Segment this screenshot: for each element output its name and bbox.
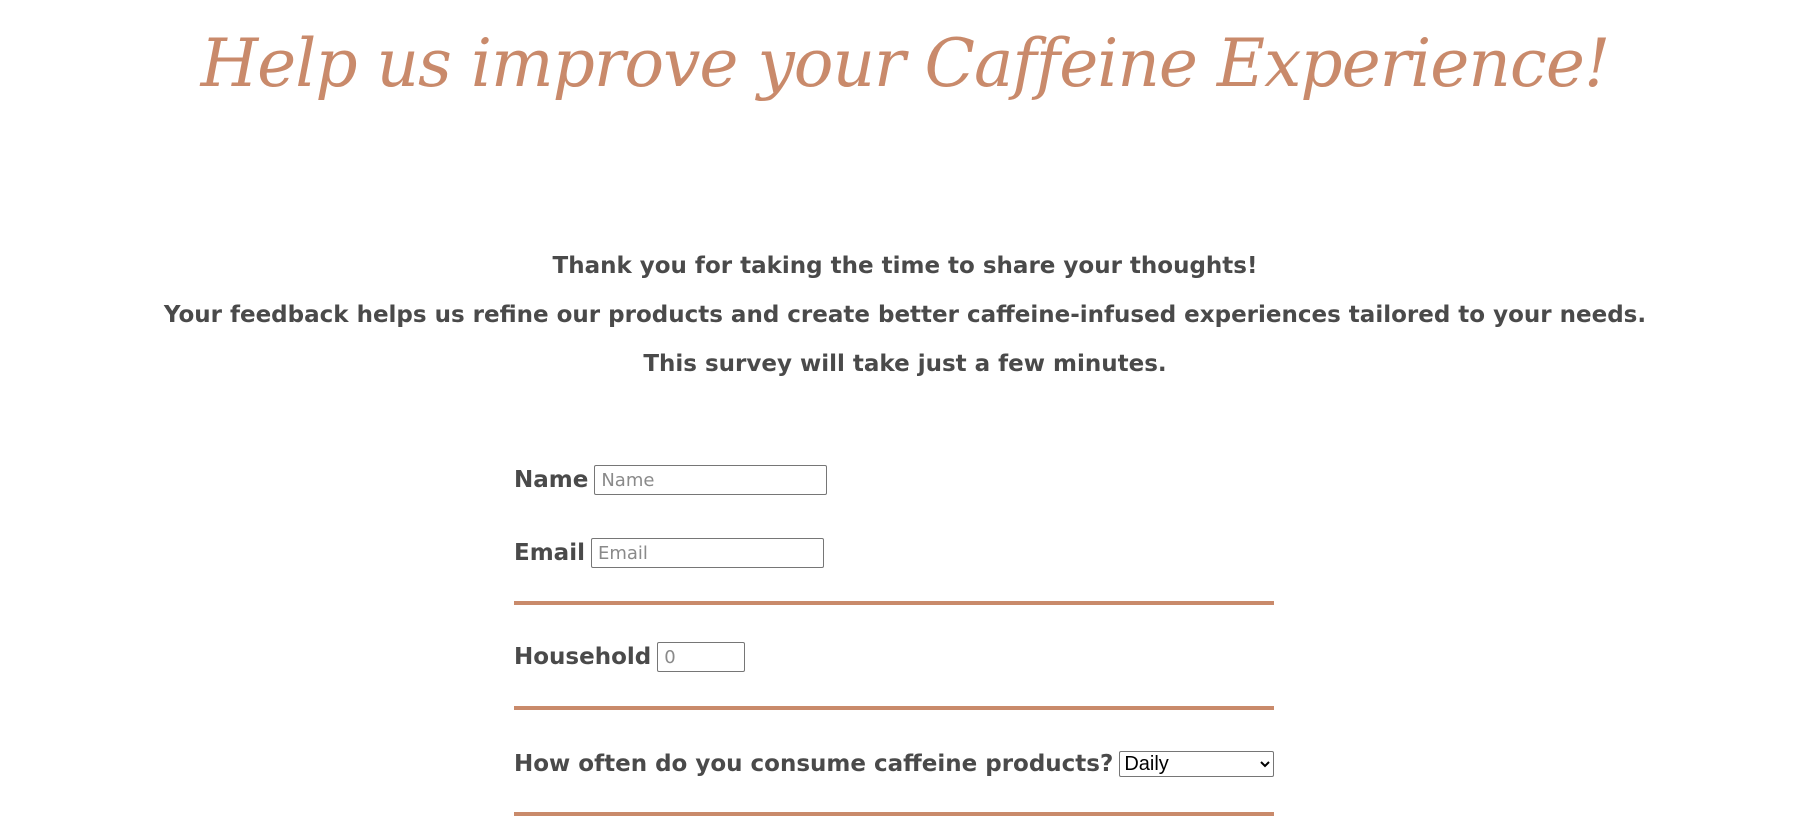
- name-input[interactable]: [594, 465, 828, 495]
- email-label: Email: [514, 540, 585, 566]
- section-divider: [514, 812, 1274, 816]
- page-title: Help us improve your Caffeine Experience…: [200, 25, 1611, 102]
- section-divider: [514, 706, 1274, 710]
- name-label: Name: [514, 467, 589, 493]
- intro-line-feedback: Your feedback helps us refine our produc…: [163, 302, 1647, 328]
- name-row: Name: [514, 462, 1274, 498]
- frequency-row: How often do you consume caffeine produc…: [514, 746, 1274, 782]
- email-row: Email: [514, 535, 1274, 571]
- household-input[interactable]: [657, 642, 746, 672]
- section-divider: [514, 601, 1274, 605]
- intro-line-thanks: Thank you for taking the time to share y…: [552, 253, 1258, 279]
- intro-line-duration: This survey will take just a few minutes…: [643, 351, 1167, 377]
- frequency-label: How often do you consume caffeine produc…: [514, 751, 1114, 777]
- intro-text: Thank you for taking the time to share y…: [0, 250, 1810, 397]
- frequency-select[interactable]: Daily: [1119, 751, 1274, 777]
- email-input[interactable]: [590, 538, 824, 568]
- survey-form: Name Email Household How often do you co…: [514, 462, 1274, 816]
- household-label: Household: [514, 644, 652, 670]
- household-row: Household: [514, 639, 1274, 675]
